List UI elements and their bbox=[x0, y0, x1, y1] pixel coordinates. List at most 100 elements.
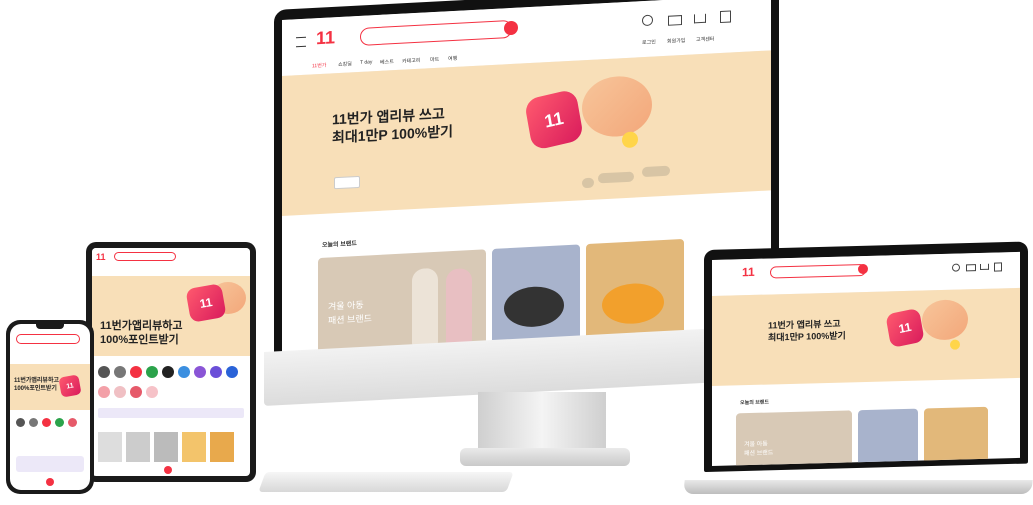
laptop-tile-kids[interactable]: 겨울 아동 패션 브랜드 bbox=[736, 410, 852, 466]
phone-search-input[interactable] bbox=[16, 334, 80, 344]
site-logo[interactable]: 11 bbox=[316, 27, 335, 49]
phone-screen: 11번가앱리뷰하고 100%포인트받기 11 bbox=[10, 324, 90, 490]
phone-app-badge: 11 bbox=[58, 374, 82, 398]
laptop: 11 11번가 앱리뷰 쓰고 최대1만P 100%받기 11 오늘의 브랜드 겨… bbox=[683, 241, 1033, 504]
header-link-help[interactable]: 고객센터 bbox=[696, 35, 714, 43]
tablet-category-icon-8[interactable] bbox=[210, 366, 222, 378]
tablet-home-tab-icon[interactable] bbox=[164, 466, 172, 474]
header-link-login[interactable]: 로그인 bbox=[642, 38, 656, 46]
phone: 11번가앱리뷰하고 100%포인트받기 11 bbox=[6, 320, 94, 494]
laptop-logo[interactable]: 11 bbox=[742, 265, 755, 279]
laptop-recent-icon[interactable] bbox=[994, 262, 1002, 272]
tablet-app-badge: 11 bbox=[185, 283, 227, 323]
smile-emoji-icon bbox=[622, 131, 638, 149]
phone-promo-card[interactable] bbox=[16, 456, 84, 472]
tablet-category-icon-10[interactable] bbox=[98, 386, 110, 398]
tablet-category-icon-11[interactable] bbox=[114, 386, 126, 398]
laptop-banner-line1: 11번가 앱리뷰 쓰고 bbox=[768, 318, 841, 331]
tablet-screen: 11 11번가앱리뷰하고 100%포인트받기 11 bbox=[92, 248, 250, 476]
tablet-product-5[interactable] bbox=[210, 432, 234, 462]
banner-more-button[interactable] bbox=[334, 175, 360, 190]
laptop-truck-icon[interactable] bbox=[966, 264, 976, 272]
nav-item-6[interactable]: 마트 bbox=[430, 56, 439, 63]
tablet: 11 11번가앱리뷰하고 100%포인트받기 11 bbox=[86, 242, 256, 482]
tablet-header: 11 bbox=[92, 248, 250, 277]
phone-category-icon-3[interactable] bbox=[42, 418, 51, 427]
section-title: 오늘의 브랜드 bbox=[322, 241, 357, 249]
tile-line2: 패션 브랜드 bbox=[328, 313, 372, 326]
tablet-category-icon-7[interactable] bbox=[194, 366, 206, 378]
phone-category-icon-4[interactable] bbox=[55, 418, 64, 427]
kid-photo-1 bbox=[412, 267, 438, 346]
cart-icon[interactable] bbox=[694, 13, 706, 24]
phone-category-icon-2[interactable] bbox=[29, 418, 38, 427]
tablet-category-icon-2[interactable] bbox=[114, 366, 126, 378]
laptop-banner-line2: 최대1만P 100%받기 bbox=[768, 330, 846, 343]
tablet-category-icon-13[interactable] bbox=[146, 386, 158, 398]
banner-pager-count[interactable] bbox=[598, 171, 634, 184]
laptop-tile-line2: 패션 브랜드 bbox=[744, 450, 774, 458]
search-icon[interactable] bbox=[504, 20, 518, 36]
phone-notch bbox=[36, 324, 64, 329]
recent-icon[interactable] bbox=[720, 10, 731, 24]
phone-hero-banner[interactable]: 11번가앱리뷰하고 100%포인트받기 11 bbox=[10, 364, 90, 410]
tablet-hero-banner[interactable]: 11번가앱리뷰하고 100%포인트받기 11 bbox=[92, 276, 250, 356]
laptop-section-title: 오늘의 브랜드 bbox=[740, 399, 769, 407]
laptop-cart-icon[interactable] bbox=[980, 263, 989, 270]
brand-tile-snack[interactable] bbox=[586, 238, 684, 341]
tablet-category-icon-1[interactable] bbox=[98, 366, 110, 378]
tablet-product-3[interactable] bbox=[154, 432, 178, 462]
tablet-banner-line1: 11번가앱리뷰하고 bbox=[100, 320, 183, 332]
heart-decoration bbox=[582, 74, 652, 139]
laptop-search-input[interactable] bbox=[770, 263, 866, 279]
brand-tile-kids[interactable]: 겨울 아동 패션 브랜드 bbox=[318, 249, 486, 353]
laptop-base bbox=[683, 480, 1033, 494]
phone-home-tab-icon[interactable] bbox=[46, 478, 54, 486]
laptop-hero-banner[interactable]: 11번가 앱리뷰 쓰고 최대1만P 100%받기 11 bbox=[712, 287, 1020, 386]
nav-item-7[interactable]: 여행 bbox=[448, 55, 457, 62]
laptop-app-badge: 11 bbox=[885, 307, 925, 349]
laptop-tile-snack[interactable] bbox=[924, 406, 988, 466]
tablet-product-4[interactable] bbox=[182, 432, 206, 462]
nav-item-4[interactable]: 베스트 bbox=[380, 58, 394, 66]
tablet-product-1[interactable] bbox=[98, 432, 122, 462]
phone-category-icon-1[interactable] bbox=[16, 418, 25, 427]
tile-line1: 겨울 아동 bbox=[328, 299, 364, 312]
tablet-category-icon-9[interactable] bbox=[226, 366, 238, 378]
search-input[interactable] bbox=[360, 19, 512, 46]
food-pan-image bbox=[504, 285, 564, 329]
nav-item-5[interactable]: 카테고리 bbox=[402, 57, 420, 65]
nav-item-2[interactable]: 쇼킹딜 bbox=[338, 60, 352, 68]
header-link-signup[interactable]: 회원가입 bbox=[667, 37, 685, 45]
phone-banner-line1: 11번가앱리뷰하고 bbox=[14, 378, 59, 384]
app-logo-badge: 11 bbox=[523, 88, 585, 151]
tablet-category-icon-5[interactable] bbox=[162, 366, 174, 378]
banner-pager-all[interactable] bbox=[642, 165, 670, 178]
phone-category-icon-5[interactable] bbox=[68, 418, 77, 427]
tablet-category-icon-4[interactable] bbox=[146, 366, 158, 378]
tablet-banner-line2: 100%포인트받기 bbox=[100, 334, 179, 346]
brand-tile-food[interactable] bbox=[492, 244, 580, 345]
menu-icon[interactable] bbox=[296, 36, 306, 48]
tablet-category-icon-6[interactable] bbox=[178, 366, 190, 378]
tablet-logo[interactable]: 11 bbox=[96, 252, 106, 262]
tablet-notice-bar[interactable] bbox=[98, 408, 244, 418]
monitor-stand-neck bbox=[478, 392, 606, 452]
user-icon[interactable] bbox=[642, 14, 653, 27]
tablet-search-input[interactable] bbox=[114, 252, 176, 261]
banner-pager-prev[interactable] bbox=[582, 177, 594, 189]
desktop-hero-banner[interactable]: 11번가 앱리뷰 쓰고 최대1만P 100%받기 11 bbox=[282, 50, 771, 217]
tablet-category-icon-12[interactable] bbox=[130, 386, 142, 398]
laptop-user-icon[interactable] bbox=[952, 263, 960, 272]
monitor-stand-base bbox=[460, 448, 630, 466]
nav-item-3[interactable]: T day bbox=[360, 59, 372, 66]
tablet-category-icon-3[interactable] bbox=[130, 366, 142, 378]
laptop-heart-decoration bbox=[922, 299, 968, 341]
laptop-tile-food[interactable] bbox=[858, 408, 918, 466]
nav-item-1[interactable]: 11번가 bbox=[312, 62, 326, 70]
tablet-product-2[interactable] bbox=[126, 432, 150, 462]
laptop-search-icon[interactable] bbox=[858, 263, 868, 275]
kid-photo-2 bbox=[446, 268, 472, 344]
truck-icon[interactable] bbox=[668, 15, 682, 26]
laptop-screen: 11 11번가 앱리뷰 쓰고 최대1만P 100%받기 11 오늘의 브랜드 겨… bbox=[712, 251, 1020, 466]
